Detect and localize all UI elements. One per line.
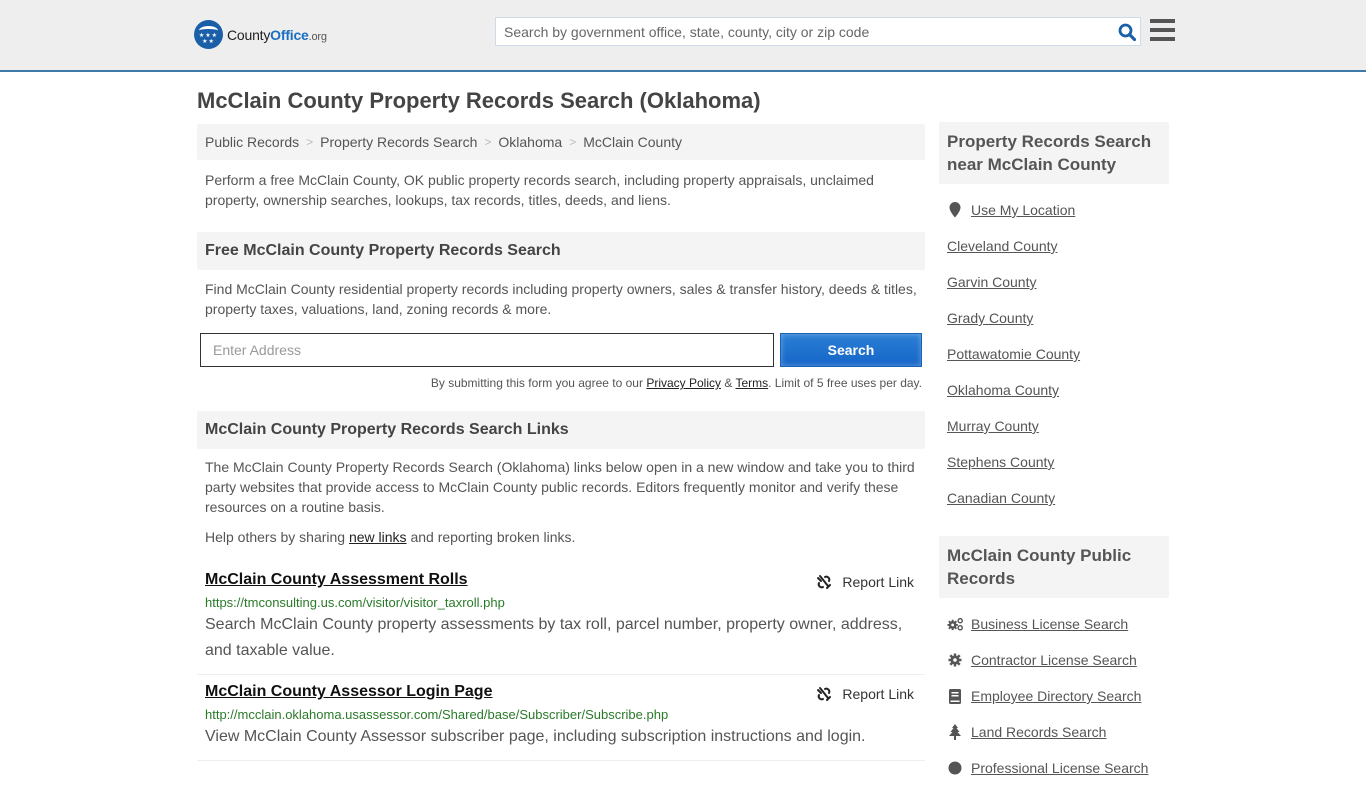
nearby-county-item: Oklahoma County [947, 372, 1161, 408]
logo-text-office: Office [270, 26, 309, 43]
hamburger-icon-bar [1150, 19, 1175, 23]
breadcrumb-mcclain-county: McClain County [583, 134, 683, 150]
nearby-county-item: Pottawatomie County [947, 336, 1161, 372]
nearby-county-link[interactable]: Grady County [947, 310, 1033, 326]
disclaimer-amp: & [721, 376, 736, 390]
address-input[interactable] [200, 333, 774, 367]
links-section-heading: McClain County Property Records Search L… [197, 411, 925, 449]
form-disclaimer: By submitting this form you agree to our… [197, 376, 925, 390]
link-title[interactable]: McClain County Assessor Login Page [205, 683, 492, 701]
land-records-search-link[interactable]: Land Records Search [971, 724, 1106, 740]
search-icon [1118, 23, 1136, 41]
site-search-input[interactable] [496, 18, 1114, 45]
breadcrumb-public-records[interactable]: Public Records [205, 134, 299, 150]
nearby-county-link[interactable]: Stephens County [947, 454, 1054, 470]
privacy-policy-link[interactable]: Privacy Policy [646, 376, 721, 390]
hamburger-icon-bar [1150, 37, 1175, 41]
address-search-button[interactable]: Search [780, 333, 922, 367]
menu-button[interactable] [1150, 19, 1175, 41]
logo-wordmark: CountyOffice.org [227, 27, 327, 43]
gears-icon [947, 617, 963, 631]
help-suffix: and reporting broken links. [406, 529, 576, 545]
intro-text: Perform a free McClain County, OK public… [205, 172, 874, 208]
public-record-item: Business License Search [947, 606, 1161, 642]
nearby-county-link[interactable]: Murray County [947, 418, 1039, 434]
link-list: McClain County Assessment Rolls Report L… [197, 563, 925, 761]
contractor-license-search-link[interactable]: Contractor License Search [971, 652, 1137, 668]
report-link-button[interactable]: Report Link [816, 686, 914, 702]
terms-link[interactable]: Terms [735, 376, 768, 390]
business-license-search-link[interactable]: Business License Search [971, 616, 1128, 632]
link-url: http://mcclain.oklahoma.usassessor.com/S… [205, 707, 669, 722]
public-record-item: Contractor License Search [947, 642, 1161, 678]
map-marker-icon [947, 202, 963, 218]
link-entry: McClain County Assessor Login Page Repor… [197, 675, 925, 761]
help-text: Help others by sharing new links and rep… [197, 527, 925, 547]
broken-link-icon [817, 575, 832, 589]
report-link-label: Report Link [842, 686, 914, 702]
sidebar: Property Records Search near McClain Cou… [939, 122, 1169, 786]
site-header: ★★★ ★★ CountyOffice.org [0, 0, 1366, 72]
use-my-location-item: Use My Location [947, 192, 1161, 228]
hamburger-icon-bar [1150, 28, 1175, 32]
logo-text-county: County [227, 26, 271, 43]
help-prefix: Help others by sharing [205, 529, 349, 545]
breadcrumb-separator: > [306, 135, 314, 149]
link-entry: McClain County Assessment Rolls Report L… [197, 563, 925, 675]
nearby-county-list: Use My Location Cleveland County Garvin … [939, 192, 1169, 516]
breadcrumb-separator: > [569, 135, 577, 149]
use-my-location-link[interactable]: Use My Location [971, 202, 1075, 218]
public-record-item: Professional License Search [947, 750, 1161, 786]
nearby-county-link[interactable]: Pottawatomie County [947, 346, 1080, 362]
nearby-county-link[interactable]: Cleveland County [947, 238, 1058, 254]
link-description: View McClain County Assessor subscriber … [205, 728, 866, 745]
public-record-item: Land Records Search [947, 714, 1161, 750]
logo-text-tld: .org [308, 30, 327, 43]
public-record-item: Employee Directory Search [947, 678, 1161, 714]
nearby-heading: Property Records Search near McClain Cou… [939, 122, 1169, 184]
badge-icon [947, 761, 963, 775]
nearby-county-item: Canadian County [947, 480, 1161, 516]
public-records-list: Business License Search Contractor Licen… [939, 606, 1169, 786]
address-search-form: Search [197, 333, 925, 367]
nearby-county-link[interactable]: Canadian County [947, 490, 1055, 506]
tree-icon [947, 724, 963, 740]
link-description: Search McClain County property assessmen… [205, 616, 903, 659]
professional-license-search-link[interactable]: Professional License Search [971, 760, 1148, 776]
site-search [495, 17, 1141, 46]
breadcrumb-property-records-search[interactable]: Property Records Search [320, 134, 477, 150]
gear-icon [947, 653, 963, 667]
public-records-heading: McClain County Public Records [939, 536, 1169, 598]
nearby-county-item: Grady County [947, 300, 1161, 336]
free-search-description: Find McClain County residential property… [205, 281, 917, 317]
search-button[interactable] [1114, 18, 1140, 45]
nearby-county-link[interactable]: Oklahoma County [947, 382, 1059, 398]
main-content: Public Records > Property Records Search… [197, 124, 925, 761]
report-link-label: Report Link [842, 574, 914, 590]
broken-link-icon [817, 687, 832, 701]
nearby-county-item: Murray County [947, 408, 1161, 444]
page-title: McClain County Property Records Search (… [197, 88, 761, 113]
nearby-county-item: Stephens County [947, 444, 1161, 480]
site-logo[interactable]: ★★★ ★★ CountyOffice.org [194, 20, 327, 49]
breadcrumb: Public Records > Property Records Search… [197, 124, 925, 160]
free-search-heading: Free McClain County Property Records Sea… [197, 232, 925, 270]
link-title[interactable]: McClain County Assessment Rolls [205, 571, 468, 589]
breadcrumb-oklahoma[interactable]: Oklahoma [498, 134, 562, 150]
links-section-description: The McClain County Property Records Sear… [205, 459, 915, 515]
nearby-county-item: Cleveland County [947, 228, 1161, 264]
link-url: https://tmconsulting.us.com/visitor/visi… [205, 595, 505, 610]
eagle-logo-icon: ★★★ ★★ [194, 20, 223, 49]
disclaimer-suffix: . Limit of 5 free uses per day. [768, 376, 922, 390]
employee-directory-search-link[interactable]: Employee Directory Search [971, 688, 1141, 704]
nearby-county-item: Garvin County [947, 264, 1161, 300]
disclaimer-prefix: By submitting this form you agree to our [430, 376, 647, 390]
new-links-link[interactable]: new links [349, 529, 407, 545]
book-icon [947, 688, 963, 704]
report-link-button[interactable]: Report Link [816, 574, 914, 590]
nearby-county-link[interactable]: Garvin County [947, 274, 1036, 290]
breadcrumb-separator: > [484, 135, 492, 149]
